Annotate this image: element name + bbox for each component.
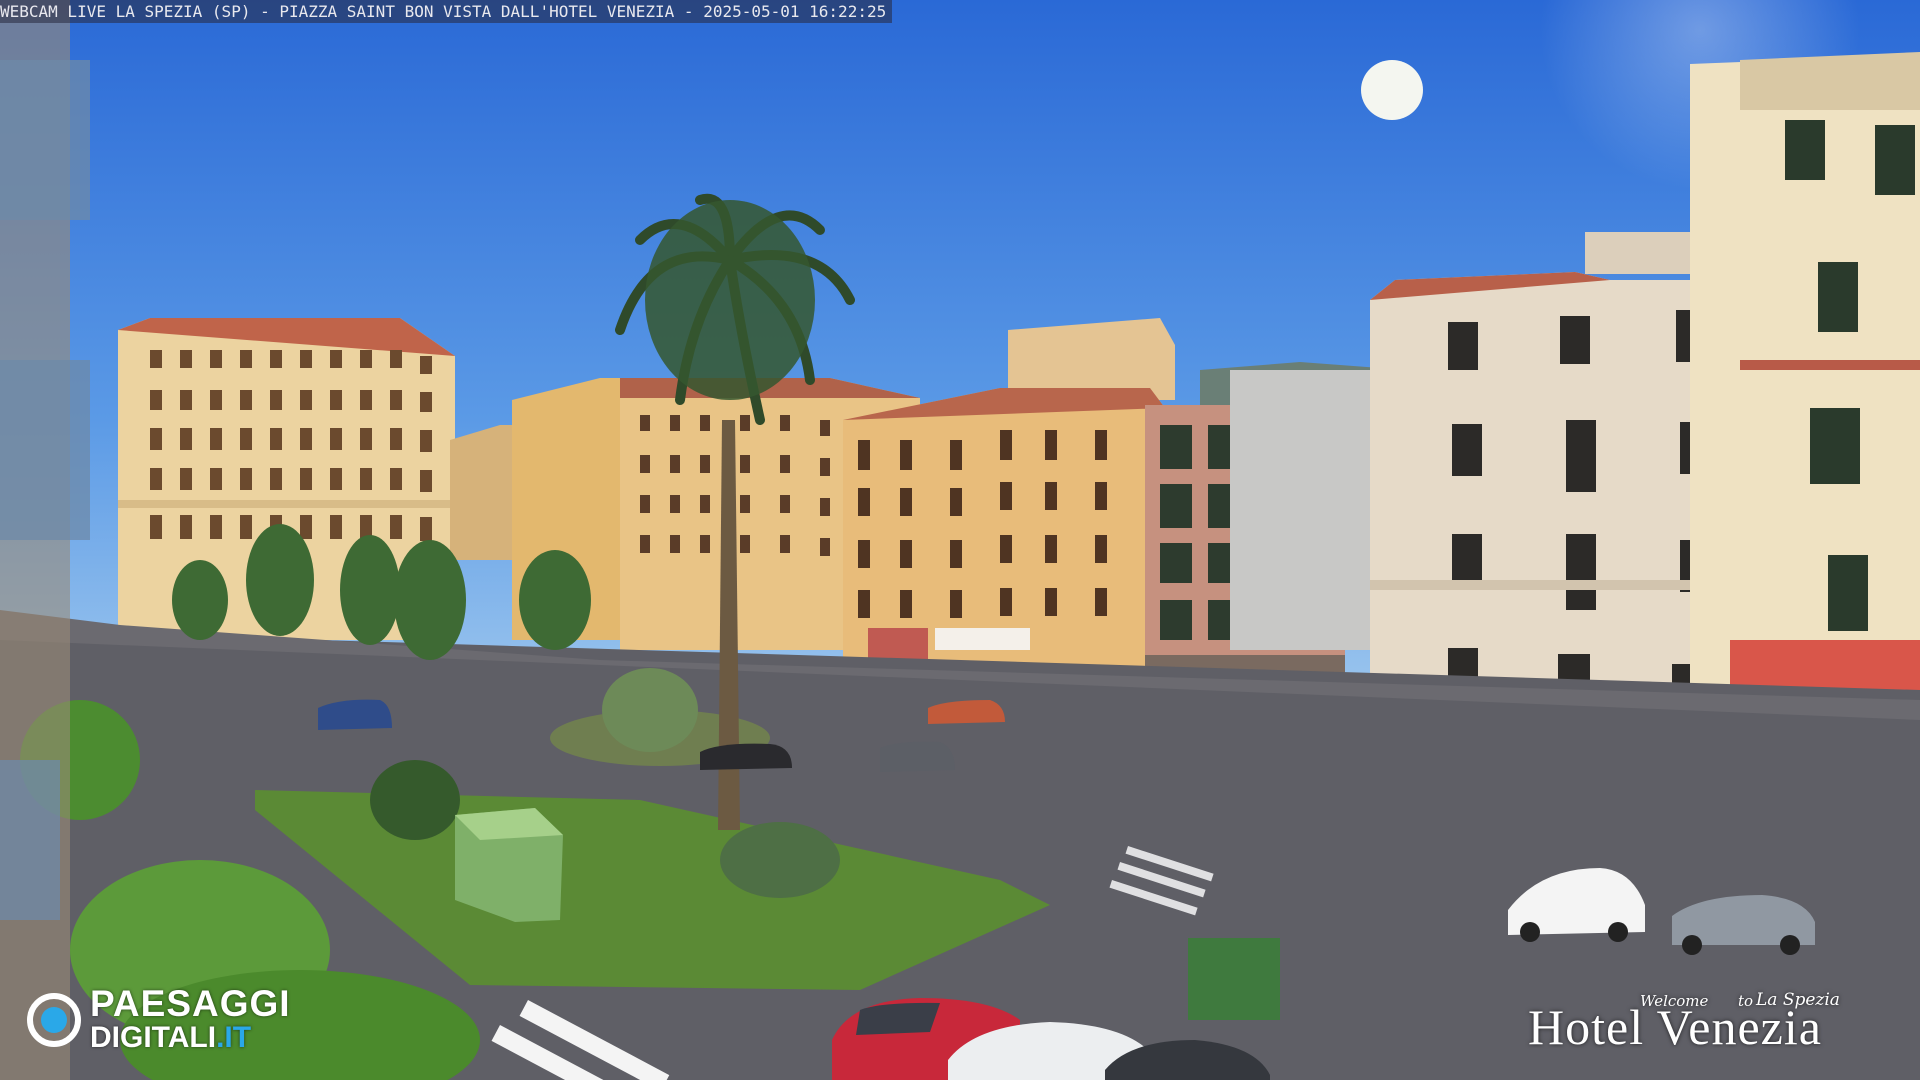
watermark-hotel-name: Hotel Venezia xyxy=(1528,999,1822,1055)
hotel-venezia-watermark: Welcome to La Spezia Hotel Venezia xyxy=(1528,984,1908,1064)
webcam-scene xyxy=(0,0,1920,1080)
paesaggi-logo-icon xyxy=(27,993,81,1047)
watermark-line2: DIGITALI.IT xyxy=(90,1022,291,1054)
olive-tree xyxy=(602,668,698,752)
green-bin xyxy=(1188,938,1280,1020)
watermark-line1: PAESAGGI xyxy=(90,983,291,1024)
watermark-line2-main: DIGITALI xyxy=(90,1021,217,1054)
watermark-line2-suffix: .IT xyxy=(216,1021,252,1054)
building-grey-back xyxy=(1230,370,1380,650)
paesaggi-digitali-watermark: PAESAGGI DIGITALI.IT xyxy=(26,984,291,1056)
green-kiosk xyxy=(455,808,563,922)
webcam-title-overlay: WEBCAM LIVE LA SPEZIA (SP) - PIAZZA SAIN… xyxy=(0,0,893,23)
sun-glare xyxy=(1361,60,1423,120)
